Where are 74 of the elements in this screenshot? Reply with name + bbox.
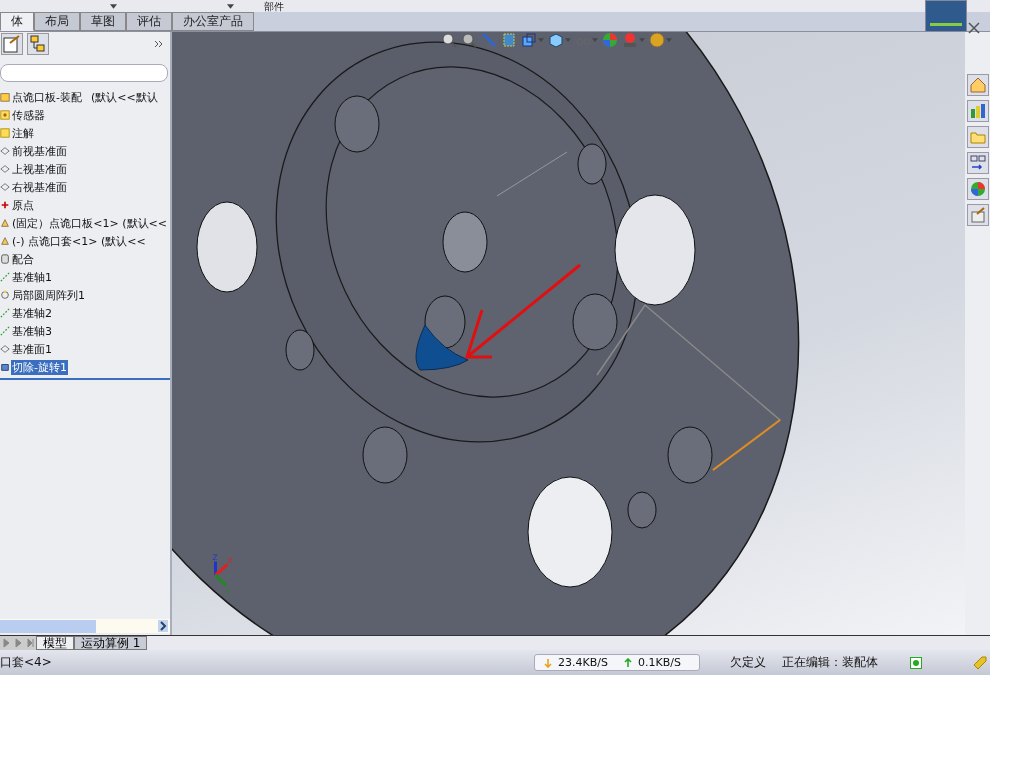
caret-icon[interactable] <box>227 3 234 9</box>
tree-item[interactable]: 点诡口板-装配 <box>11 89 83 105</box>
tree-item[interactable]: 切除-旋转1 <box>11 359 68 375</box>
tree-item[interactable]: 基准轴3 <box>11 323 53 339</box>
download-arrow-icon <box>543 657 553 668</box>
tree-item[interactable]: 局部圆周阵列1 <box>11 287 86 303</box>
custom-properties-icon[interactable] <box>966 204 989 226</box>
axis-icon <box>0 271 10 283</box>
appearance-ball-icon[interactable] <box>602 32 618 48</box>
tree-item[interactable]: 右视基准面 <box>11 179 68 195</box>
plane-icon <box>0 145 10 157</box>
property-tab-icon[interactable] <box>27 33 49 55</box>
zoom-area-icon[interactable] <box>461 32 477 48</box>
tree-item[interactable]: 配合 <box>11 251 35 267</box>
download-speed: 23.4KB/S <box>558 656 608 669</box>
scroll-right-icon[interactable] <box>158 620 168 632</box>
axis-triad-drawing: Z X Y <box>208 548 238 602</box>
tree-item[interactable]: 原点 <box>11 197 35 213</box>
status-text: 正在编辑：装配体 <box>781 654 878 671</box>
command-tab[interactable]: 草图 <box>80 12 126 31</box>
home-icon[interactable] <box>966 74 989 96</box>
part-icon <box>0 217 10 229</box>
scrollbar-thumb[interactable] <box>0 619 96 633</box>
sphere-icon[interactable] <box>649 32 665 48</box>
assembly-icon <box>0 91 10 103</box>
horizontal-scrollbar[interactable] <box>0 619 170 633</box>
folder-icon[interactable] <box>966 126 989 148</box>
command-tab[interactable]: 办公室产品 <box>172 12 254 31</box>
library-icon[interactable] <box>966 100 989 122</box>
sensor-icon <box>0 109 10 121</box>
filter-field[interactable] <box>0 64 168 82</box>
tree-item[interactable]: 上视基准面 <box>11 161 68 177</box>
tree-item[interactable]: 基准轴1 <box>11 269 53 285</box>
zoom-to-fit-icon[interactable] <box>441 32 457 48</box>
tree-item[interactable]: 基准面1 <box>11 341 53 357</box>
pattern-icon <box>0 289 10 301</box>
command-tab[interactable]: 体 <box>0 12 34 31</box>
upload-arrow-icon <box>622 657 633 668</box>
scene-icon[interactable] <box>622 32 638 48</box>
model-tab[interactable]: 运动算例 1 <box>74 636 148 650</box>
command-tab[interactable]: 评估 <box>126 12 172 31</box>
toolbar-label: 部件 <box>264 0 284 12</box>
command-tab[interactable]: 布局 <box>34 12 80 31</box>
close-icon[interactable] <box>968 22 980 34</box>
tree-item[interactable]: 传感器 <box>11 107 46 123</box>
status-text: 口套<4> <box>0 654 53 671</box>
tag-icon[interactable] <box>971 654 988 671</box>
tree-item[interactable]: 基准轴2 <box>11 305 53 321</box>
help-icon[interactable] <box>909 656 922 669</box>
plane-icon <box>0 163 10 175</box>
tree-item[interactable]: 前视基准面 <box>11 143 68 159</box>
upload-speed: 0.1KB/S <box>637 656 681 669</box>
tree-item[interactable]: (-) 点诡口套<1> (默认<< <box>11 233 147 249</box>
feature-manager-tab-icon[interactable] <box>1 33 23 55</box>
folder-icon <box>0 127 10 139</box>
view-orientation-icon[interactable] <box>521 32 537 48</box>
tab-navigation-icon[interactable] <box>0 636 36 650</box>
status-text: 欠定义 <box>729 654 766 671</box>
section-view-icon[interactable] <box>501 32 517 48</box>
mates-icon <box>0 253 10 265</box>
axis-icon <box>0 307 10 319</box>
expand-chevron-icon[interactable] <box>154 40 164 48</box>
tree-item[interactable]: (固定）点诡口板<1> (默认<< <box>11 215 168 231</box>
tree-item[interactable]: 注解 <box>11 125 35 141</box>
plane-icon <box>0 343 10 355</box>
part-icon <box>0 235 10 247</box>
caret-icon[interactable] <box>110 3 117 9</box>
axis-icon <box>0 325 10 337</box>
configuration-label: (默认<<默认 <box>91 89 158 105</box>
cut-feature-icon <box>0 361 10 373</box>
origin-icon <box>0 199 10 211</box>
plane-icon <box>0 181 10 193</box>
view-palette-icon[interactable] <box>966 152 989 174</box>
model-tab[interactable]: 模型 <box>36 636 74 650</box>
